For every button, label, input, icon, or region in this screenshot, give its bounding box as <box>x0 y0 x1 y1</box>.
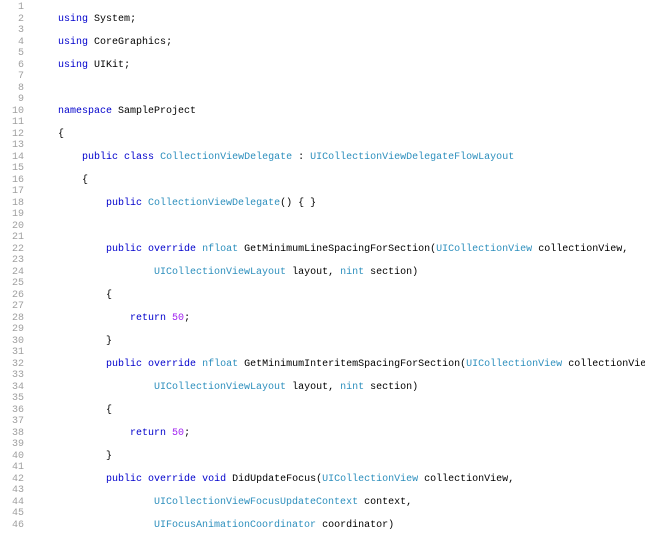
code-line[interactable]: public override nfloat GetMinimumInterit… <box>34 359 645 371</box>
line-number: 6 <box>0 60 24 72</box>
code-line[interactable]: using UIKit; <box>34 60 645 72</box>
code-line[interactable]: { <box>34 129 645 141</box>
code-line[interactable]: public override void DidUpdateFocus(UICo… <box>34 474 645 486</box>
line-number: 1 <box>0 2 24 14</box>
line-number: 33 <box>0 370 24 382</box>
code-line[interactable]: { <box>34 405 645 417</box>
line-number: 41 <box>0 462 24 474</box>
line-number: 25 <box>0 278 24 290</box>
line-number: 9 <box>0 94 24 106</box>
line-number: 27 <box>0 301 24 313</box>
code-line[interactable]: namespace SampleProject <box>34 106 645 118</box>
line-number: 21 <box>0 232 24 244</box>
line-number: 42 <box>0 474 24 486</box>
line-number: 12 <box>0 129 24 141</box>
line-number: 26 <box>0 290 24 302</box>
line-number: 36 <box>0 405 24 417</box>
line-number: 16 <box>0 175 24 187</box>
line-number: 15 <box>0 163 24 175</box>
code-line[interactable]: UICollectionViewFocusUpdateContext conte… <box>34 497 645 509</box>
line-number: 28 <box>0 313 24 325</box>
line-number: 23 <box>0 255 24 267</box>
line-number: 34 <box>0 382 24 394</box>
line-number: 10 <box>0 106 24 118</box>
line-number: 24 <box>0 267 24 279</box>
code-line[interactable]: UICollectionViewLayout layout, nint sect… <box>34 267 645 279</box>
line-number: 45 <box>0 508 24 520</box>
code-line[interactable]: public CollectionViewDelegate() { } <box>34 198 645 210</box>
line-number: 46 <box>0 520 24 532</box>
line-number: 19 <box>0 209 24 221</box>
line-number: 17 <box>0 186 24 198</box>
line-number: 2 <box>0 14 24 26</box>
line-number: 30 <box>0 336 24 348</box>
line-number: 35 <box>0 393 24 405</box>
line-number-gutter: 1234567891011121314151617181920212223242… <box>0 2 34 540</box>
line-number: 5 <box>0 48 24 60</box>
line-number: 43 <box>0 485 24 497</box>
line-number: 32 <box>0 359 24 371</box>
code-line[interactable]: using CoreGraphics; <box>34 37 645 49</box>
code-line[interactable]: { <box>34 175 645 187</box>
code-line[interactable]: } <box>34 336 645 348</box>
line-number: 18 <box>0 198 24 210</box>
line-number: 38 <box>0 428 24 440</box>
code-line[interactable]: UICollectionViewLayout layout, nint sect… <box>34 382 645 394</box>
line-number: 37 <box>0 416 24 428</box>
code-area[interactable]: using System; using CoreGraphics; using … <box>34 2 645 540</box>
line-number: 29 <box>0 324 24 336</box>
code-line[interactable]: return 50; <box>34 313 645 325</box>
code-line[interactable] <box>34 83 645 95</box>
line-number: 7 <box>0 71 24 83</box>
code-line[interactable] <box>34 221 645 233</box>
line-number: 44 <box>0 497 24 509</box>
code-line[interactable]: return 50; <box>34 428 645 440</box>
line-number: 20 <box>0 221 24 233</box>
line-number: 8 <box>0 83 24 95</box>
code-line[interactable]: public class CollectionViewDelegate : UI… <box>34 152 645 164</box>
code-line[interactable]: { <box>34 290 645 302</box>
code-line[interactable]: } <box>34 451 645 463</box>
code-line[interactable]: public override nfloat GetMinimumLineSpa… <box>34 244 645 256</box>
code-line[interactable]: using System; <box>34 14 645 26</box>
line-number: 11 <box>0 117 24 129</box>
line-number: 3 <box>0 25 24 37</box>
code-editor[interactable]: 1234567891011121314151617181920212223242… <box>0 0 645 542</box>
line-number: 22 <box>0 244 24 256</box>
line-number: 13 <box>0 140 24 152</box>
line-number: 40 <box>0 451 24 463</box>
line-number: 14 <box>0 152 24 164</box>
line-number: 39 <box>0 439 24 451</box>
line-number: 4 <box>0 37 24 49</box>
line-number: 31 <box>0 347 24 359</box>
code-line[interactable]: UIFocusAnimationCoordinator coordinator) <box>34 520 645 532</box>
